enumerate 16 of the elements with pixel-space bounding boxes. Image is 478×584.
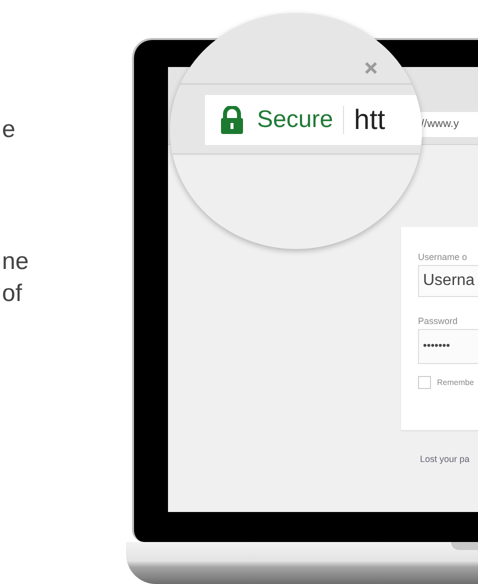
field-label: Password xyxy=(418,315,459,327)
address-bar[interactable]: //www.y xyxy=(419,112,478,137)
url-text: htt xyxy=(354,104,386,136)
remember-checkbox[interactable] xyxy=(418,376,431,389)
body-text: ne xyxy=(2,247,30,277)
password-field[interactable]: ••••••• xyxy=(418,329,478,364)
checkbox-label: Remembe xyxy=(437,378,474,387)
field-label: Username o xyxy=(418,251,468,263)
lock-icon xyxy=(219,106,245,134)
secure-label: Secure xyxy=(257,106,334,134)
body-text: of xyxy=(2,279,24,309)
address-bar[interactable]: Secure htt xyxy=(205,95,422,145)
username-field[interactable]: Userna xyxy=(418,265,478,297)
body-text: e xyxy=(2,115,16,145)
close-icon xyxy=(364,61,378,75)
lost-password-link[interactable]: Lost your pa xyxy=(420,454,478,464)
